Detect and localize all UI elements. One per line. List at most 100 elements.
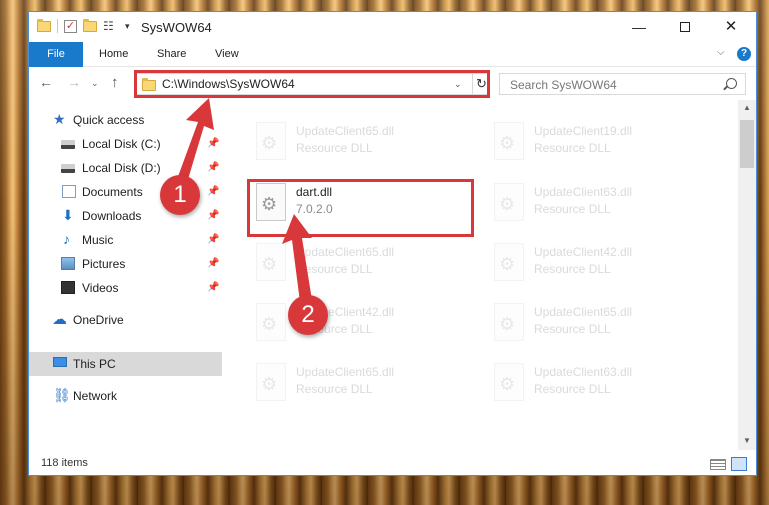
scroll-up-icon[interactable]: ▲ [743, 103, 751, 112]
drive-icon [61, 140, 75, 149]
file-explorer-window: ✓ ☷ ▾ SysWOW64 — ✕ File Home Share View … [28, 11, 757, 476]
help-icon[interactable]: ? [737, 47, 751, 61]
tab-view[interactable]: View [215, 42, 239, 67]
pin-icon[interactable]: 📌 [207, 162, 219, 173]
sidebar-item-label: Videos [82, 281, 119, 295]
dll-file-icon [256, 243, 286, 281]
customize-toolbar-chevron-icon[interactable]: ▾ [125, 21, 130, 32]
pin-icon[interactable]: 📌 [207, 282, 219, 293]
maximize-icon [680, 22, 690, 33]
downloads-icon: ⬇ [62, 207, 74, 223]
toolbar-separator [57, 19, 58, 33]
close-button[interactable]: ✕ [708, 12, 754, 42]
file-name: UpdateClient65.dll [296, 365, 395, 379]
file-name: UpdateClient65.dll [534, 305, 633, 319]
vertical-scrollbar[interactable]: ▲ ▼ [738, 100, 756, 450]
navigation-bar: ← → ⌄ ↑ C:\Windows\SysWOW64 ⌄ ↻ Search S… [29, 68, 756, 99]
computer-icon [53, 357, 67, 367]
sidebar-item-label: Pictures [82, 257, 126, 271]
sidebar-item-this-pc[interactable]: This PC [29, 352, 222, 376]
tab-share[interactable]: Share [157, 42, 186, 67]
annotation-callout-2: 2 [288, 295, 328, 335]
sidebar-item-onedrive[interactable]: ☁ OneDrive [29, 308, 222, 332]
sidebar-item-label: Local Disk (C:) [82, 137, 161, 151]
sidebar-item-network[interactable]: ⛓ Network [29, 384, 222, 408]
file-name: UpdateClient19.dll [534, 124, 633, 138]
forward-button[interactable]: → [67, 74, 81, 90]
sidebar-item-label: Documents [82, 185, 143, 199]
dll-file-icon [256, 363, 286, 401]
properties-check-icon[interactable]: ✓ [64, 19, 77, 33]
file-tile[interactable]: UpdateClient65.dll Resource DLL [246, 357, 476, 413]
file-highlight-box [247, 179, 474, 237]
dll-file-icon [256, 303, 286, 341]
pin-icon[interactable]: 📌 [207, 210, 219, 221]
new-folder-icon[interactable] [83, 18, 97, 32]
pin-icon[interactable]: 📌 [207, 258, 219, 269]
videos-icon [61, 281, 75, 294]
file-tile[interactable]: UpdateClient42.dll Resource DLL [246, 297, 476, 353]
search-icon[interactable] [726, 78, 737, 89]
pin-icon[interactable]: 📌 [207, 186, 219, 197]
tiles-view-icon[interactable] [731, 457, 747, 471]
sidebar-item-videos[interactable]: Videos 📌 [29, 276, 222, 300]
back-button[interactable]: ← [39, 74, 53, 90]
sidebar-item-quick-access[interactable]: ★ Quick access [29, 108, 222, 132]
drive-icon [61, 164, 75, 173]
sidebar-item-local-disk-d[interactable]: Local Disk (D:) 📌 [29, 156, 222, 180]
navigation-pane: ★ Quick access Local Disk (C:) 📌 Local D… [29, 100, 222, 450]
dll-file-icon [494, 303, 524, 341]
file-tile[interactable]: UpdateClient65.dll Resource DLL [484, 297, 714, 353]
status-bar: 118 items [29, 452, 756, 475]
recent-locations-chevron-icon[interactable]: ⌄ [91, 78, 99, 89]
window-title: SysWOW64 [141, 20, 212, 35]
star-icon: ★ [53, 111, 66, 127]
maximize-button[interactable] [662, 12, 708, 42]
sidebar-item-music[interactable]: ♪ Music 📌 [29, 228, 222, 252]
sidebar-item-label: Network [73, 389, 118, 403]
sidebar-item-pictures[interactable]: Pictures 📌 [29, 252, 222, 276]
pin-icon[interactable]: 📌 [207, 138, 219, 149]
annotation-callout-1: 1 [160, 175, 200, 215]
sidebar-item-label: This PC [73, 357, 116, 371]
properties-icon[interactable]: ☷ [103, 19, 119, 33]
file-description: Resource DLL [534, 141, 611, 155]
up-button[interactable]: ↑ [111, 74, 119, 91]
dll-file-icon [494, 183, 524, 221]
file-name: UpdateClient63.dll [534, 365, 633, 379]
ribbon-tabs: File Home Share View ⌵ ? [29, 42, 756, 67]
tab-file[interactable]: File [29, 42, 83, 67]
file-tile[interactable]: UpdateClient65.dll Resource DLL [246, 116, 476, 172]
music-icon: ♪ [63, 231, 70, 247]
pin-icon[interactable]: 📌 [207, 234, 219, 245]
expand-ribbon-chevron-icon[interactable]: ⌵ [717, 47, 725, 58]
dll-file-icon [494, 363, 524, 401]
scroll-down-icon[interactable]: ▼ [743, 436, 751, 445]
file-tile[interactable]: UpdateClient63.dll Resource DLL [484, 177, 714, 233]
tab-home[interactable]: Home [99, 42, 128, 67]
minimize-button[interactable]: — [616, 12, 662, 42]
sidebar-item-label: Quick access [73, 113, 145, 127]
file-tile[interactable]: UpdateClient65.dll Resource DLL [246, 237, 476, 293]
documents-icon [62, 185, 76, 198]
file-tile[interactable]: UpdateClient19.dll Resource DLL [484, 116, 714, 172]
file-name: UpdateClient63.dll [534, 185, 633, 199]
file-name: UpdateClient42.dll [534, 245, 633, 259]
file-description: Resource DLL [296, 382, 373, 396]
file-description: Resource DLL [296, 262, 373, 276]
dll-file-icon [256, 122, 286, 160]
sidebar-item-label: Downloads [82, 209, 142, 223]
search-box[interactable]: Search SysWOW64 [499, 73, 746, 95]
search-input[interactable]: Search SysWOW64 [510, 78, 617, 92]
file-tile[interactable]: UpdateClient42.dll Resource DLL [484, 237, 714, 293]
sidebar-item-local-disk-c[interactable]: Local Disk (C:) 📌 [29, 132, 222, 156]
file-description: Resource DLL [534, 202, 611, 216]
pictures-icon [61, 257, 75, 270]
file-description: Resource DLL [534, 382, 611, 396]
file-name: UpdateClient65.dll [296, 245, 395, 259]
scroll-thumb[interactable] [740, 120, 754, 168]
item-count: 118 items [41, 457, 88, 469]
details-view-icon[interactable] [710, 459, 726, 470]
file-tile[interactable]: UpdateClient63.dll Resource DLL [484, 357, 714, 413]
network-icon: ⛓ [53, 387, 71, 403]
